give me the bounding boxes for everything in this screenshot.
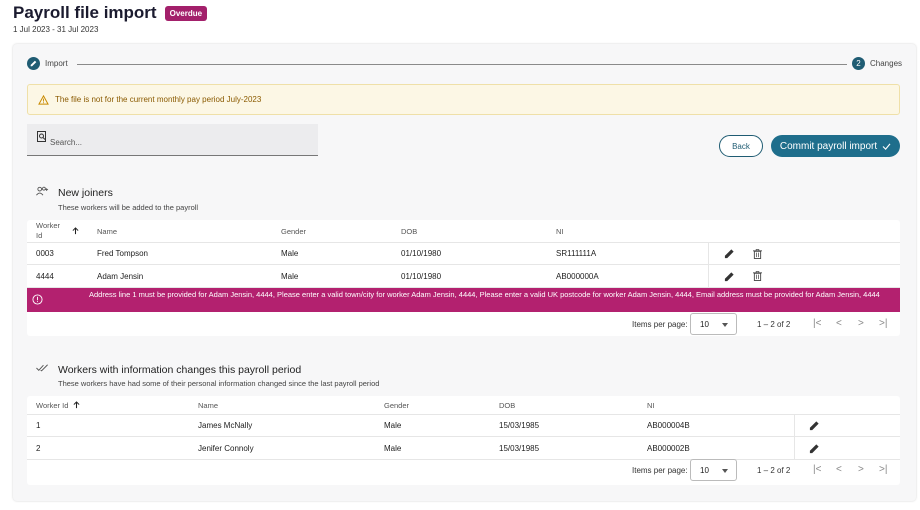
cell-ni: AB000004B <box>647 421 690 430</box>
chevron-down-icon <box>722 469 728 473</box>
page-size-value: 10 <box>700 319 709 329</box>
add-people-icon <box>36 186 49 196</box>
commit-label: Commit payroll import <box>779 140 878 152</box>
table-row: 4444 Adam Jensin Male 01/10/1980 AB00000… <box>27 265 900 288</box>
cell-gender: Male <box>384 443 402 453</box>
status-badge: Overdue <box>164 5 208 21</box>
table-row: 1 James McNally Male 15/03/1985 AB000004… <box>27 415 900 437</box>
edit-pencil-icon[interactable] <box>724 243 735 264</box>
cell-ni: AB000002B <box>647 443 690 453</box>
pencil-icon <box>27 57 40 70</box>
cell-dob: 01/10/1980 <box>401 249 442 258</box>
step-changes-label: Changes <box>870 59 903 68</box>
column-divider <box>794 437 795 459</box>
changes-subtitle: These workers have had some of their per… <box>58 379 380 388</box>
prev-page-icon[interactable]: < <box>836 318 842 329</box>
page-size-value: 10 <box>700 465 709 475</box>
warning-text: The file is not for the current monthly … <box>55 95 262 104</box>
check-icon <box>882 143 891 150</box>
warning-banner: The file is not for the current monthly … <box>27 84 900 115</box>
stepper-line <box>77 64 847 65</box>
col-worker-id[interactable]: Worker Id <box>36 396 68 414</box>
first-page-icon[interactable]: |< <box>813 318 821 329</box>
col-gender[interactable]: Gender <box>384 396 409 414</box>
new-joiners-table: Worker Id Name Gender DOB NI 0003 Fred T… <box>27 220 900 336</box>
new-joiners-title: New joiners <box>58 187 113 199</box>
search-icon <box>37 130 46 142</box>
edit-pencil-icon[interactable] <box>809 415 820 436</box>
cell-gender: Male <box>384 421 402 430</box>
validation-error-row: Address line 1 must be provided for Adam… <box>27 288 900 312</box>
last-page-icon[interactable]: >| <box>879 464 887 475</box>
delete-trash-icon[interactable] <box>753 265 762 287</box>
search-box[interactable] <box>27 124 318 156</box>
col-worker-id-line1: Worker <box>36 221 61 230</box>
last-page-icon[interactable]: >| <box>879 318 887 329</box>
col-dob[interactable]: DOB <box>499 396 515 414</box>
validation-error-text: Address line 1 must be provided for Adam… <box>89 290 880 299</box>
cell-name: Jenifer Connoly <box>198 443 254 453</box>
prev-page-icon[interactable]: < <box>836 464 842 475</box>
table-row: 0003 Fred Tompson Male 01/10/1980 SR1111… <box>27 243 900 265</box>
cell-worker-id: 1 <box>36 421 41 430</box>
page-size-select[interactable]: 10 <box>690 459 737 481</box>
cell-name: Fred Tompson <box>97 249 148 258</box>
chevron-down-icon <box>722 323 728 327</box>
new-joiners-subtitle: These workers will be added to the payro… <box>58 203 199 212</box>
cell-worker-id: 0003 <box>36 249 54 258</box>
col-ni[interactable]: NI <box>556 220 564 242</box>
cell-gender: Male <box>281 271 299 281</box>
items-per-page-label: Items per page: <box>632 320 688 329</box>
col-ni[interactable]: NI <box>647 396 655 414</box>
pay-period: 1 Jul 2023 - 31 Jul 2023 <box>13 25 99 34</box>
cell-worker-id: 2 <box>36 443 41 453</box>
table-row: 2 Jenifer Connoly Male 15/03/1985 AB0000… <box>27 437 900 460</box>
page-size-select[interactable]: 10 <box>690 313 737 335</box>
delete-trash-icon[interactable] <box>753 243 762 264</box>
column-divider <box>794 415 795 436</box>
page-range: 1 – 2 of 2 <box>757 466 791 475</box>
page-title: Payroll file import <box>13 3 157 22</box>
next-page-icon[interactable]: > <box>858 464 864 475</box>
first-page-icon[interactable]: |< <box>813 464 821 475</box>
sort-arrow-up-icon[interactable] <box>73 396 80 414</box>
search-input[interactable] <box>50 138 290 147</box>
col-gender[interactable]: Gender <box>281 220 306 242</box>
cell-dob: 15/03/1985 <box>499 421 540 430</box>
items-per-page-label: Items per page: <box>632 466 688 475</box>
edit-pencil-icon[interactable] <box>724 265 735 287</box>
step-number: 2 <box>852 57 865 70</box>
warning-icon <box>38 94 49 105</box>
col-worker-id[interactable]: Worker Id <box>36 220 60 242</box>
table-header-row: Worker Id Name Gender DOB NI <box>27 220 900 243</box>
step-import[interactable]: Import <box>27 57 68 70</box>
page-range: 1 – 2 of 2 <box>757 320 791 329</box>
changes-title: Workers with information changes this pa… <box>58 364 302 376</box>
error-circle-icon <box>32 294 43 305</box>
step-changes[interactable]: 2 Changes <box>852 57 902 70</box>
page-header: Payroll file import Overdue <box>13 3 208 23</box>
commit-payroll-import-button[interactable]: Commit payroll import <box>771 135 900 157</box>
cell-name: James McNally <box>198 421 253 430</box>
cell-dob: 15/03/1985 <box>499 443 540 453</box>
cell-worker-id: 4444 <box>36 271 54 281</box>
cell-gender: Male <box>281 249 299 258</box>
cell-dob: 01/10/1980 <box>401 271 442 281</box>
column-divider <box>708 243 709 264</box>
sort-arrow-up-icon[interactable] <box>72 220 79 242</box>
next-page-icon[interactable]: > <box>858 318 864 329</box>
double-check-icon <box>36 364 48 372</box>
column-divider <box>708 265 709 287</box>
cell-ni: AB000000A <box>556 271 599 281</box>
cell-ni: SR111111A <box>556 249 597 258</box>
step-import-label: Import <box>45 59 68 68</box>
col-name[interactable]: Name <box>97 220 117 242</box>
cell-name: Adam Jensin <box>97 271 144 281</box>
col-dob[interactable]: DOB <box>401 220 417 242</box>
table-header-row: Worker Id Name Gender DOB NI <box>27 396 900 415</box>
col-worker-id-line2: Id <box>36 231 43 240</box>
col-name[interactable]: Name <box>198 396 218 414</box>
edit-pencil-icon[interactable] <box>809 437 820 459</box>
back-button[interactable]: Back <box>719 135 763 157</box>
